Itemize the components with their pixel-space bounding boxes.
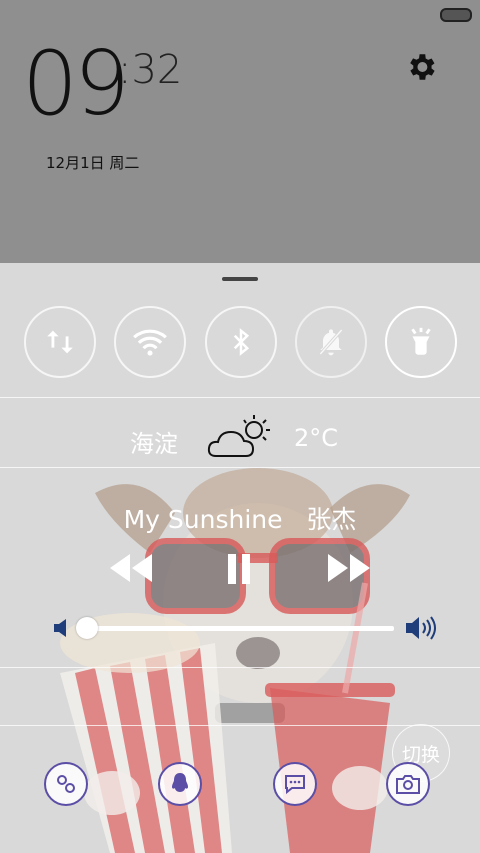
partly-cloudy-icon bbox=[207, 415, 270, 457]
song-title-artist: My Sunshine 张杰 bbox=[123, 505, 357, 534]
date-label: 12月1日 周二 bbox=[46, 154, 140, 172]
divider bbox=[0, 397, 480, 398]
flashlight-icon bbox=[411, 327, 431, 355]
divider bbox=[0, 667, 480, 668]
settings-gear-icon[interactable] bbox=[404, 50, 438, 84]
volume-low-icon bbox=[54, 619, 66, 637]
toggle-bluetooth[interactable] bbox=[205, 306, 277, 378]
weather-temperature: 2°C bbox=[294, 424, 339, 452]
toggle-flashlight[interactable] bbox=[385, 306, 457, 378]
toggle-silent[interactable] bbox=[295, 306, 367, 378]
wifi-icon bbox=[133, 329, 167, 356]
dock-phone-button[interactable] bbox=[44, 762, 88, 806]
volume-slider-track[interactable] bbox=[88, 626, 394, 631]
battery-icon bbox=[440, 8, 472, 22]
divider bbox=[0, 467, 480, 468]
dock-messages-button[interactable] bbox=[273, 762, 317, 806]
bluetooth-icon bbox=[233, 328, 250, 356]
bell-off-icon bbox=[319, 328, 343, 356]
sync-icon bbox=[47, 330, 73, 354]
dock-camera-button[interactable] bbox=[386, 762, 430, 806]
weather-city: 海淀 bbox=[130, 430, 178, 458]
phone-icon bbox=[57, 775, 75, 793]
panel-drag-handle[interactable] bbox=[222, 277, 258, 281]
message-icon bbox=[285, 775, 305, 795]
clock-minutes: :32 bbox=[118, 47, 183, 93]
toggle-wifi[interactable] bbox=[114, 306, 186, 378]
next-track-icon[interactable] bbox=[326, 552, 372, 584]
camera-icon bbox=[396, 775, 420, 794]
toggle-sync[interactable] bbox=[24, 306, 96, 378]
clock-hours: 09 bbox=[22, 32, 130, 135]
previous-track-icon[interactable] bbox=[108, 552, 154, 584]
pause-icon[interactable] bbox=[226, 552, 254, 586]
volume-high-icon bbox=[406, 616, 436, 640]
dock-qq-button[interactable] bbox=[158, 762, 202, 806]
volume-slider-knob[interactable] bbox=[76, 617, 98, 639]
quick-toggles bbox=[0, 306, 480, 378]
qq-penguin-icon bbox=[172, 773, 188, 792]
weather-widget[interactable]: 海淀 2°C bbox=[0, 412, 480, 462]
